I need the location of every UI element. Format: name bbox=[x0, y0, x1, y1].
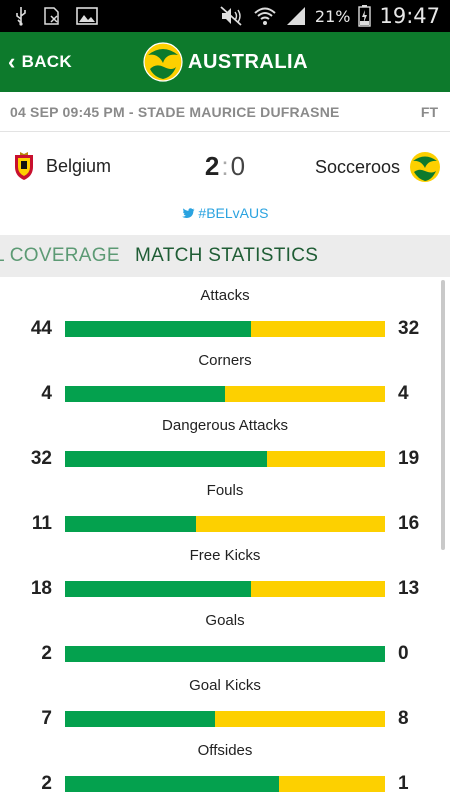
stat-bar bbox=[65, 711, 385, 727]
stat-bar bbox=[65, 646, 385, 662]
hashtag-text: #BELvAUS bbox=[198, 205, 269, 221]
stat-label: Goal Kicks bbox=[189, 677, 261, 694]
stat-bar bbox=[65, 321, 385, 337]
stat-home-value: 2 bbox=[41, 643, 52, 664]
stat-away-value: 19 bbox=[398, 448, 420, 469]
scoreboard: Belgium 2:0 Socceroos bbox=[0, 133, 450, 199]
stat-label: Corners bbox=[198, 352, 252, 369]
stat-bar bbox=[65, 776, 385, 792]
match-info-bar: 04 SEP 09:45 PM - STADE MAURICE DUFRASNE… bbox=[0, 92, 450, 132]
home-score: 2 bbox=[204, 151, 220, 181]
stat-away-value: 4 bbox=[398, 383, 409, 404]
stat-home-fill bbox=[65, 581, 251, 597]
stat-home-fill bbox=[65, 451, 267, 467]
stat-home-fill bbox=[65, 711, 216, 727]
away-score: 0 bbox=[230, 151, 246, 181]
signal-icon bbox=[286, 7, 305, 25]
stat-label: Attacks bbox=[200, 287, 250, 304]
stat-row-offsides: Offsides 2 1 bbox=[0, 732, 450, 797]
twitter-bird-icon bbox=[181, 208, 194, 218]
stat-home-value: 32 bbox=[30, 448, 52, 469]
stat-row-goal-kicks: Goal Kicks 7 8 bbox=[0, 667, 450, 732]
tab-match-statistics[interactable]: MATCH STATISTICS bbox=[135, 245, 318, 267]
mute-icon bbox=[220, 6, 242, 26]
usb-icon bbox=[16, 7, 26, 26]
match-statistics-list[interactable]: Attacks 44 32 Corners 4 4 Dangerous Atta… bbox=[0, 277, 450, 800]
stat-label: Dangerous Attacks bbox=[162, 417, 288, 434]
stat-home-value: 7 bbox=[41, 708, 52, 729]
image-icon bbox=[76, 7, 98, 25]
battery-percent: 21% bbox=[314, 6, 351, 26]
scrollbar[interactable] bbox=[441, 280, 445, 550]
stat-away-value: 0 bbox=[398, 643, 409, 664]
battery-charging-icon bbox=[358, 5, 372, 27]
stat-home-fill bbox=[65, 516, 197, 532]
stat-away-value: 13 bbox=[398, 578, 420, 599]
stat-bar bbox=[65, 451, 385, 467]
brand-title: AUSTRALIA bbox=[188, 50, 309, 73]
away-team: Socceroos bbox=[315, 150, 442, 184]
stat-bar bbox=[65, 516, 385, 532]
match-status: FT bbox=[420, 104, 438, 120]
back-button[interactable]: ‹ BACK bbox=[8, 32, 72, 92]
stat-home-fill bbox=[65, 386, 225, 402]
socceroos-ball-logo-icon bbox=[143, 42, 183, 82]
stat-away-value: 16 bbox=[398, 513, 420, 534]
stat-row-attacks: Attacks 44 32 bbox=[0, 277, 450, 342]
status-icons-left bbox=[14, 5, 98, 27]
stat-label: Offsides bbox=[197, 742, 253, 759]
stat-home-value: 18 bbox=[30, 578, 52, 599]
stat-home-fill bbox=[65, 776, 280, 792]
stat-home-fill bbox=[65, 646, 385, 662]
tab-bar: L COVERAGE MATCH STATISTICS bbox=[0, 235, 450, 277]
stat-bar bbox=[65, 581, 385, 597]
stat-label: Goals bbox=[205, 612, 245, 629]
stat-away-value: 1 bbox=[398, 773, 409, 794]
stat-away-value: 32 bbox=[398, 318, 420, 339]
brand-logo: AUSTRALIA bbox=[142, 40, 308, 84]
stat-home-value: 2 bbox=[41, 773, 52, 794]
stat-home-value: 44 bbox=[30, 318, 52, 339]
chevron-left-icon: ‹ bbox=[8, 49, 16, 74]
stat-home-fill bbox=[65, 321, 251, 337]
stat-away-value: 8 bbox=[398, 708, 409, 729]
status-icons-right: 21% 19:47 bbox=[219, 0, 440, 32]
score-separator: : bbox=[221, 151, 229, 181]
wifi-icon bbox=[254, 7, 276, 25]
stat-row-corners: Corners 4 4 bbox=[0, 342, 450, 407]
stat-home-value: 11 bbox=[31, 513, 52, 534]
clock: 19:47 bbox=[379, 4, 440, 28]
stat-row-goals: Goals 2 0 bbox=[0, 602, 450, 667]
stat-home-value: 4 bbox=[41, 383, 52, 404]
app-header: ‹ BACK AUSTRALIA bbox=[0, 32, 450, 92]
stat-row-fouls: Fouls 11 16 bbox=[0, 472, 450, 537]
status-bar: 21% 19:47 bbox=[0, 0, 450, 32]
socceroos-crest-icon bbox=[410, 152, 440, 182]
match-datetime-venue: 04 SEP 09:45 PM - STADE MAURICE DUFRASNE bbox=[10, 104, 340, 120]
stat-row-free-kicks: Free Kicks 18 13 bbox=[0, 537, 450, 602]
match-hashtag-link[interactable]: #BELvAUS bbox=[0, 205, 450, 221]
stat-label: Fouls bbox=[206, 482, 244, 499]
away-team-name: Socceroos bbox=[314, 156, 400, 177]
stat-row-dangerous-attacks: Dangerous Attacks 32 19 bbox=[0, 407, 450, 472]
tab-coverage[interactable]: L COVERAGE bbox=[0, 245, 120, 267]
stat-label: Free Kicks bbox=[189, 547, 261, 564]
sim-card-icon bbox=[44, 7, 59, 25]
stat-bar bbox=[65, 386, 385, 402]
back-label: BACK bbox=[21, 52, 72, 71]
